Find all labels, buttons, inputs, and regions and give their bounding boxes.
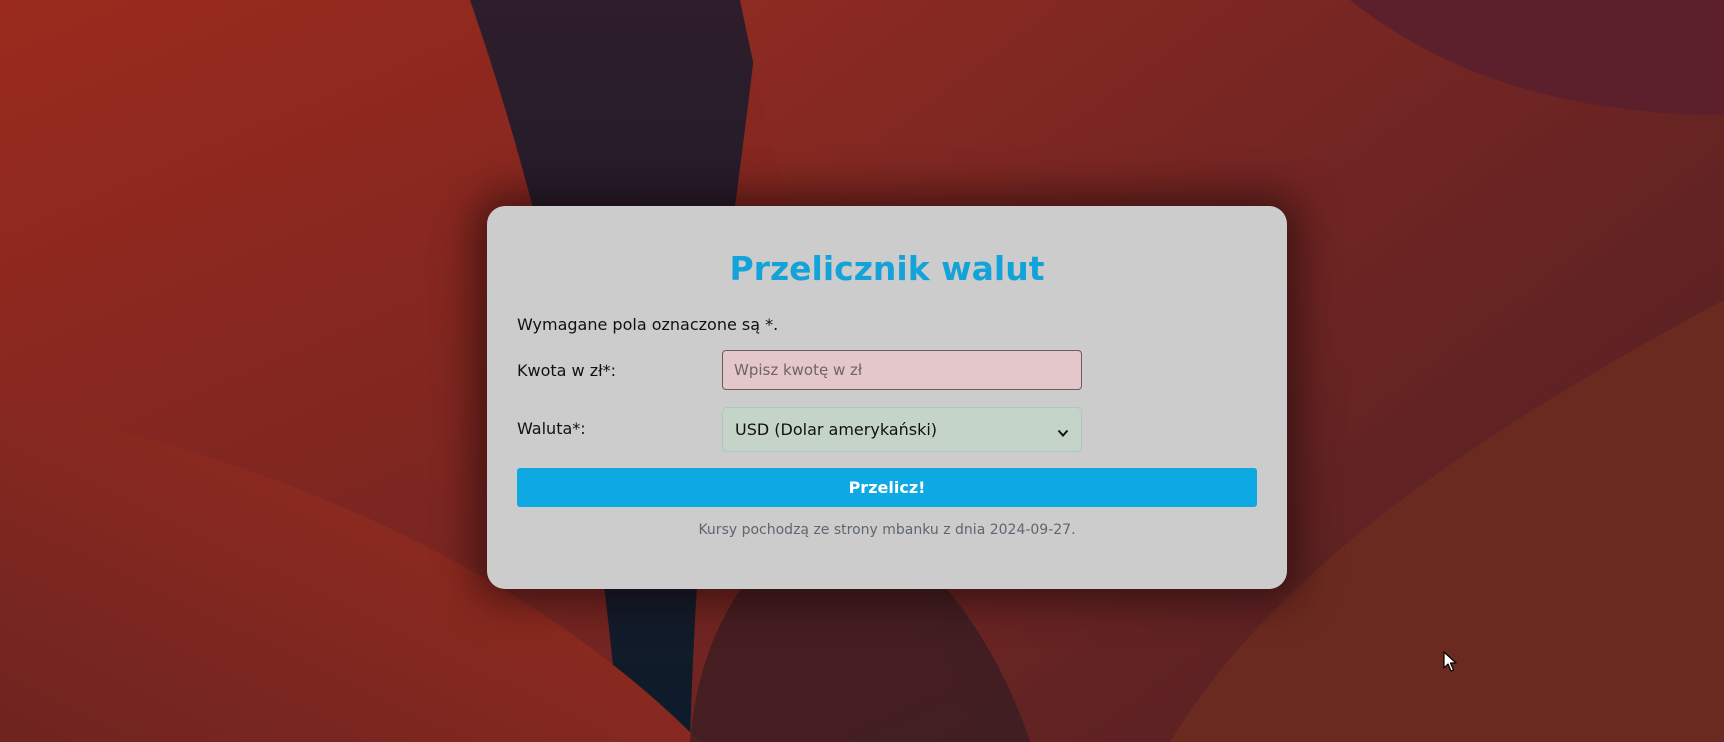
currency-converter-card: Przelicznik walut Wymagane pola oznaczon…	[487, 206, 1287, 589]
mouse-cursor-icon	[1443, 651, 1457, 673]
page-title: Przelicznik walut	[729, 249, 1045, 288]
rates-source-note: Kursy pochodzą ze strony mbanku z dnia 2…	[698, 522, 1076, 538]
currency-selected-value: USD (Dolar amerykański)	[735, 420, 938, 439]
amount-label: Kwota w zł*:	[517, 361, 617, 380]
currency-select[interactable]: USD (Dolar amerykański)	[722, 407, 1082, 452]
chevron-down-icon	[1057, 424, 1069, 437]
amount-input[interactable]	[722, 350, 1082, 390]
currency-label: Waluta*:	[517, 419, 586, 438]
convert-button[interactable]: Przelicz!	[517, 468, 1257, 507]
required-fields-note: Wymagane pola oznaczone są *.	[517, 315, 779, 334]
